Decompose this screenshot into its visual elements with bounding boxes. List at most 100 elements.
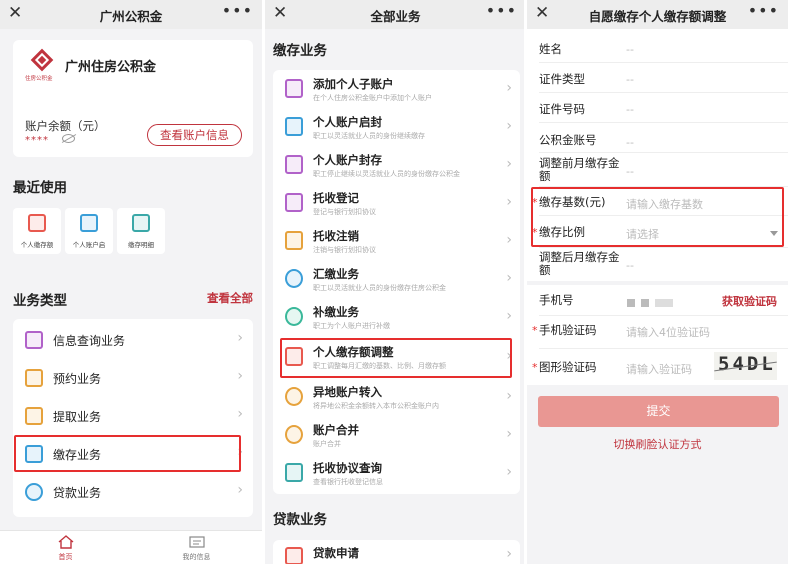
service-desc: 职工为个人账户进行补缴 [313,322,390,330]
more-icon[interactable]: ••• [748,1,779,20]
chevron-right-icon: › [506,464,512,480]
biz-item-appointment[interactable]: 预约业务 › [13,359,253,397]
service-collection-cancel[interactable]: 托收注销 注销与银行划扣协议 › [273,222,520,260]
field-label: 调整后月缴存金额 [539,250,620,277]
service-title: 托收注销 [313,229,359,243]
more-icon[interactable]: ••• [486,1,517,20]
recent-item-account-unseal[interactable]: 个人账户启 [65,208,113,254]
tab-home[interactable]: 首页 [0,531,131,564]
field-value: -- [626,103,634,116]
submit-button[interactable]: 提交 [538,396,779,427]
field-id-type: 证件类型 -- [527,59,788,93]
recent-item-deposit-adjust[interactable]: 个人缴存额 [13,208,61,254]
field-value: -- [626,73,634,86]
section-title: 缴存业务 [273,43,327,59]
balance-value: **** [25,135,49,146]
chevron-right-icon: › [506,80,512,96]
service-desc: 登记与银行划扣协议 [313,208,376,216]
lock-user-icon [285,155,303,174]
gjj-logo: 住房公积金 [25,48,59,84]
phone-number-masked [627,298,679,309]
biz-item-label: 贷款业务 [53,486,102,500]
service-title: 个人账户封存 [313,153,382,167]
register-icon [285,193,303,212]
service-title: 补缴业务 [313,305,359,319]
highlight-box [280,338,512,378]
loan-apply-icon [285,547,303,564]
service-remote-transfer[interactable]: 异地账户转入 将异地公积金余额转入本市公积金账户内 › [273,378,520,416]
recent-item-label: 缴存明细 [128,241,154,249]
service-desc: 职工以灵活就业人员的身份缴存住房公积金 [313,284,446,292]
biz-list: 信息查询业务 › 预约业务 › 提取业务 › 缴存业务 › 贷款业务 › [13,319,253,517]
service-supplement[interactable]: 补缴业务 职工为个人账户进行补缴 › [273,298,520,336]
folder-icon [285,117,303,136]
sms-code-input[interactable]: 请输入4位验证码 [626,324,710,340]
chevron-right-icon: › [506,156,512,172]
chevron-right-icon: › [506,308,512,324]
chevron-right-icon: › [506,388,512,404]
switch-face-auth-link[interactable]: 切换刷脸认证方式 [527,436,788,452]
field-id-number: 证件号码 -- [527,89,788,123]
biz-item-withdraw[interactable]: 提取业务 › [13,397,253,435]
loan-section-title: 贷款业务 [273,512,327,528]
add-user-icon [285,79,303,98]
more-icon[interactable]: ••• [222,1,253,20]
tab-label: 首页 [58,553,73,561]
tab-my-info[interactable]: 我的信息 [131,531,262,564]
get-code-button[interactable]: 获取验证码 [722,293,777,309]
chevron-right-icon: › [506,232,512,248]
service-title: 添加个人子账户 [313,77,394,91]
highlight-box [14,435,241,472]
service-desc: 职工以灵活就业人员的身份继续缴存 [313,132,425,140]
field-account-no: 公积金账号 -- [527,119,788,153]
phone-label: 手机号 [539,293,574,307]
money-icon [28,214,46,232]
merge-icon [285,425,303,444]
service-collection-register[interactable]: 托收登记 登记与银行划扣协议 › [273,184,520,222]
service-account-seal[interactable]: 个人账户封存 职工停止继续以灵活就业人员的身份缴存公积金 › [273,146,520,184]
tab-bar: 首页 我的信息 [0,530,262,564]
recent-item-deposit-detail[interactable]: 缴存明细 [117,208,165,254]
biz-item-label: 预约业务 [53,372,102,386]
account-card: 住房公积金 广州住房公积金 账户余额（元） **** 查看账户信息 [13,40,253,157]
deposit-adjust-panel: ✕ 自愿缴存个人缴存额调整 ••• 姓名 -- 证件类型 -- 证件号码 -- … [527,0,788,564]
field-label: 调整前月缴存金额 [539,156,620,183]
chevron-right-icon: › [506,426,512,442]
field-value: -- [626,136,634,149]
service-account-merge[interactable]: 账户合并 账户合并 › [273,416,520,454]
service-remit[interactable]: 汇缴业务 职工以灵活就业人员的身份缴存住房公积金 › [273,260,520,298]
search-doc-icon [25,331,43,349]
sms-label: 手机验证码 [532,324,596,338]
service-desc: 注销与银行划扣协议 [313,246,376,254]
service-collection-query[interactable]: 托收协议查询 查看银行托收登记信息 › [273,454,520,492]
service-title: 托收协议查询 [313,461,382,475]
nav-bar: ✕ 自愿缴存个人缴存额调整 ••• [527,0,788,29]
chevron-right-icon: › [237,330,243,346]
cancel-doc-icon [285,231,303,250]
service-loan-apply[interactable]: 贷款申请 › [273,540,520,564]
biz-item-loan[interactable]: 贷款业务 › [13,473,253,511]
view-account-button[interactable]: 查看账户信息 [147,124,242,146]
yen-icon [285,269,303,288]
recent-item-label: 个人缴存额 [20,241,54,249]
service-desc: 将异地公积金余额转入本市公积金账户内 [313,402,439,410]
service-title: 个人账户启封 [313,115,382,129]
org-name: 广州住房公积金 [65,60,157,75]
service-title: 贷款申请 [313,546,359,560]
eye-hidden-icon[interactable] [62,134,75,143]
profile-card-icon [189,536,205,548]
chevron-right-icon: › [506,270,512,286]
captcha-input[interactable]: 请输入验证码 [626,361,692,377]
biz-item-label: 信息查询业务 [53,334,126,348]
field-value: -- [626,43,634,56]
field-before-amount: 调整前月缴存金额 -- [527,153,788,187]
view-all-link[interactable]: 查看全部 [207,290,253,306]
service-add-sub-account[interactable]: 添加个人子账户 在个人住房公积金账户中添加个人账户 › [273,70,520,108]
verify-form: 手机号 获取验证码 手机验证码 请输入4位验证码 图形验证码 请输入验证码 54… [527,285,788,385]
service-title: 托收登记 [313,191,359,205]
service-desc: 查看银行托收登记信息 [313,478,383,486]
field-label: 证件类型 [539,72,585,86]
captcha-image[interactable]: 54DL [714,352,777,380]
service-account-unseal[interactable]: 个人账户启封 职工以灵活就业人员的身份继续缴存 › [273,108,520,146]
biz-item-info-query[interactable]: 信息查询业务 › [13,321,253,359]
